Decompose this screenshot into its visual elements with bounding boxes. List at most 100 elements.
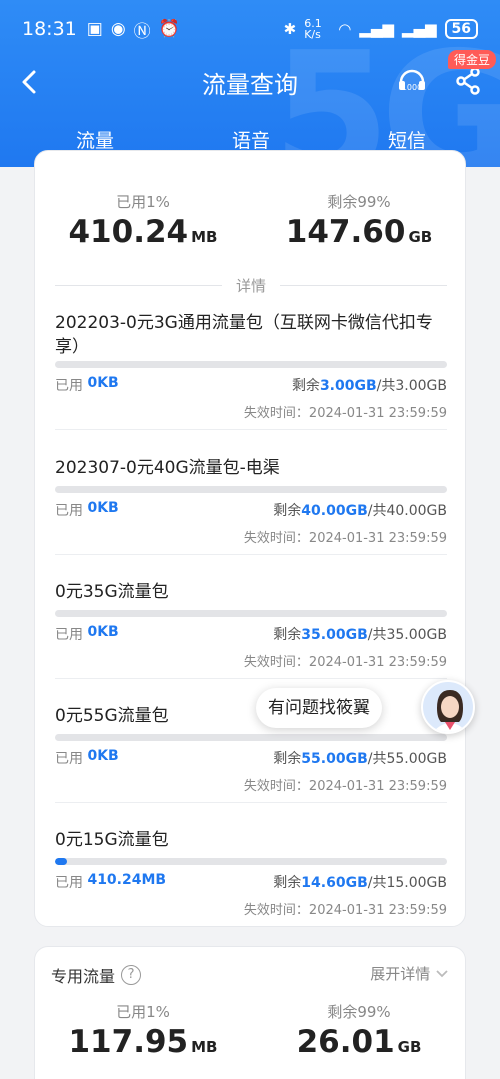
assistant-avatar-icon bbox=[433, 690, 467, 732]
package-item: 202307-0元40G流量包-电渠 已用 0KB 剩余40.00GB/共40.… bbox=[55, 456, 447, 556]
usage-row: 已用 0KB 剩余55.00GB/共55.00GB bbox=[55, 748, 447, 768]
package-name: 0元15G流量包 bbox=[55, 830, 169, 850]
remain-info: 剩余35.00GB/共35.00GB bbox=[273, 624, 447, 644]
usage-bar-fill bbox=[55, 858, 67, 865]
general-data-card: 已用1% 410.24 MB 剩余99% 147.60 GB 详情 202203-0… bbox=[34, 150, 466, 927]
eye-icon: ◉ bbox=[110, 19, 126, 39]
remain-info: 剩余55.00GB/共55.00GB bbox=[273, 748, 447, 768]
net-speed: 6.1 K/s bbox=[304, 17, 322, 41]
assistant-bubble[interactable]: 有问题找筱翼 bbox=[256, 688, 382, 728]
expire-value: 2024-01-31 23:59:59 bbox=[308, 903, 447, 918]
tab-sms[interactable]: 短信 bbox=[388, 126, 426, 153]
special-title-row: 专用流量 ? bbox=[51, 963, 142, 987]
special-used-unit: MB bbox=[191, 1038, 218, 1056]
assistant-avatar[interactable] bbox=[421, 680, 475, 734]
headset-icon: 1000 bbox=[399, 69, 425, 92]
expire-info: 失效时间：2024-01-31 23:59:59 bbox=[244, 402, 447, 421]
expand-label: 展开详情 bbox=[370, 965, 431, 983]
help-icon[interactable]: ? bbox=[121, 965, 142, 985]
special-remain: 剩余99% 26.01 GB bbox=[251, 1001, 467, 1060]
battery-level: 56 bbox=[444, 19, 478, 39]
general-used-value: 410.24 bbox=[68, 214, 189, 250]
used-label: 已用 bbox=[55, 751, 83, 767]
remain-value: 55.00GB bbox=[301, 751, 368, 767]
remain-label: 剩余 bbox=[273, 875, 302, 891]
app-notification-icon: ▣ bbox=[86, 19, 103, 39]
expire-label: 失效时间： bbox=[243, 779, 309, 794]
general-remain-label: 剩余99% bbox=[327, 193, 391, 211]
package-name: 202307-0元40G流量包-电渠 bbox=[55, 458, 280, 478]
package-separator bbox=[55, 802, 447, 803]
divider-line bbox=[280, 284, 448, 286]
remain-info: 剩余14.60GB/共15.00GB bbox=[273, 872, 447, 892]
total-value: /共3.00GB bbox=[376, 378, 447, 394]
share-button[interactable] bbox=[454, 66, 482, 96]
signal-icon-2: ▂▄▆ bbox=[401, 20, 437, 38]
general-used-unit: MB bbox=[191, 228, 218, 246]
total-value: /共15.00GB bbox=[367, 875, 447, 891]
general-remain-unit: GB bbox=[408, 228, 433, 246]
remain-label: 剩余 bbox=[273, 503, 302, 519]
special-data-card: 专用流量 ? 展开详情 已用1% 117.95 MB 剩余99% 26.01 GB bbox=[34, 946, 466, 1079]
special-title: 专用流量 bbox=[51, 967, 116, 986]
expire-label: 失效时间： bbox=[243, 655, 309, 670]
status-bar: 18:31 ▣ ◉ Ⓝ ⏰ ✱ 6.1 K/s ◠ ▂▄▆ ▂▄▆ 56 bbox=[0, 0, 500, 58]
used-label: 已用 bbox=[55, 503, 83, 519]
remain-value: 3.00GB bbox=[319, 378, 377, 394]
expire-label: 失效时间： bbox=[243, 903, 309, 918]
remain-value: 35.00GB bbox=[301, 627, 368, 643]
details-divider: 详情 bbox=[55, 274, 448, 296]
general-remain-value: 147.60 bbox=[285, 214, 406, 250]
expire-info: 失效时间：2024-01-31 23:59:59 bbox=[244, 651, 447, 670]
tab-data[interactable]: 流量 bbox=[63, 126, 127, 163]
expire-label: 失效时间： bbox=[243, 406, 309, 421]
expand-details-button[interactable]: 展开详情 bbox=[370, 963, 449, 984]
remain-label: 剩余 bbox=[273, 751, 302, 767]
usage-row: 已用 0KB 剩余3.00GB/共3.00GB bbox=[55, 375, 447, 395]
header: 5G 18:31 ▣ ◉ Ⓝ ⏰ ✱ 6.1 K/s ◠ ▂▄▆ ▂▄▆ 56 … bbox=[0, 0, 500, 167]
usage-bar bbox=[55, 610, 447, 617]
tab-voice[interactable]: 语音 bbox=[232, 126, 270, 153]
usage-row: 已用 410.24MB 剩余14.60GB/共15.00GB bbox=[55, 872, 447, 892]
navbar: 流量查询 1000 得金豆 bbox=[0, 50, 500, 106]
usage-row: 已用 0KB 剩余40.00GB/共40.00GB bbox=[55, 500, 447, 520]
used-value: 0KB bbox=[87, 500, 119, 516]
svg-text:1000: 1000 bbox=[402, 83, 422, 92]
total-value: /共40.00GB bbox=[367, 503, 447, 519]
usage-bar bbox=[55, 361, 447, 368]
details-label: 详情 bbox=[236, 276, 267, 295]
used-value: 0KB bbox=[87, 748, 119, 764]
share-icon bbox=[456, 67, 480, 95]
remain-value: 14.60GB bbox=[301, 875, 368, 891]
total-value: /共35.00GB bbox=[367, 627, 447, 643]
used-label: 已用 bbox=[55, 378, 83, 394]
general-summary: 已用1% 410.24 MB 剩余99% 147.60 GB bbox=[35, 191, 467, 250]
general-used: 已用1% 410.24 MB bbox=[35, 191, 251, 250]
status-time: 18:31 bbox=[22, 18, 77, 40]
bluetooth-icon: ✱ bbox=[283, 20, 297, 38]
used-label: 已用 bbox=[55, 875, 83, 891]
used-value: 0KB bbox=[87, 624, 119, 640]
customer-service-button[interactable]: 1000 bbox=[396, 64, 428, 98]
used-label: 已用 bbox=[55, 627, 83, 643]
special-remain-value: 26.01 bbox=[296, 1024, 395, 1060]
package-name: 202203-0元3G通用流量包（互联网卡微信代扣专享） bbox=[55, 313, 433, 357]
remain-label: 剩余 bbox=[273, 627, 302, 643]
usage-bar bbox=[55, 734, 447, 741]
chevron-down-icon bbox=[436, 970, 448, 978]
usage-bar bbox=[55, 858, 447, 865]
package-item: 0元15G流量包 已用 410.24MB 剩余14.60GB/共15.00GB … bbox=[55, 828, 447, 918]
expire-value: 2024-01-31 23:59:59 bbox=[308, 531, 447, 546]
used-value: 0KB bbox=[87, 375, 119, 391]
special-remain-label: 剩余99% bbox=[327, 1003, 391, 1021]
expire-info: 失效时间：2024-01-31 23:59:59 bbox=[244, 899, 447, 918]
expire-info: 失效时间：2024-01-31 23:59:59 bbox=[244, 775, 447, 794]
general-remain: 剩余99% 147.60 GB bbox=[251, 191, 467, 250]
special-used-amount: 117.95 MB bbox=[35, 1024, 251, 1060]
wifi-icon: ◠ bbox=[338, 20, 352, 38]
special-remain-amount: 26.01 GB bbox=[251, 1024, 467, 1060]
package-item: 0元35G流量包 已用 0KB 剩余35.00GB/共35.00GB 失效时间：… bbox=[55, 580, 447, 680]
gold-bean-badge[interactable]: 得金豆 bbox=[447, 50, 496, 69]
expire-label: 失效时间： bbox=[243, 531, 309, 546]
package-name: 0元35G流量包 bbox=[55, 582, 169, 602]
